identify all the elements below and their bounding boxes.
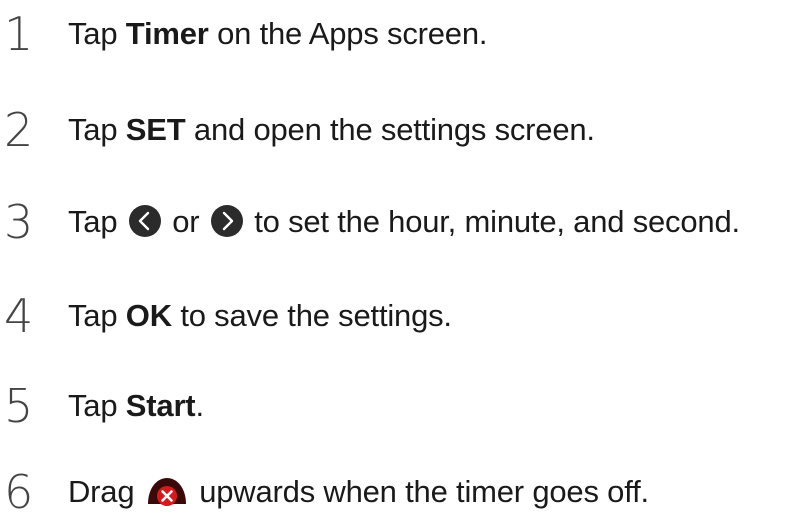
step-number: 6 bbox=[4, 465, 34, 519]
step-number: 1 bbox=[4, 7, 34, 61]
step-text-before: Tap bbox=[68, 204, 126, 239]
step-5: 5 Tap Start. bbox=[0, 376, 789, 436]
chevron-right-circle-icon bbox=[210, 204, 244, 238]
step-text-after: to set the hour, minute, and second. bbox=[245, 204, 740, 239]
step-text-after: and open the settings screen. bbox=[185, 112, 595, 147]
step-number: 3 bbox=[4, 195, 34, 249]
step-keyword: Start bbox=[125, 388, 196, 423]
step-text: Tap OK to save the settings. bbox=[68, 286, 452, 346]
step-text-after: . bbox=[195, 388, 204, 423]
step-text-after: on the Apps screen. bbox=[208, 16, 488, 51]
step-text-before: Tap bbox=[68, 298, 126, 333]
step-keyword: Timer bbox=[125, 16, 209, 51]
step-2: 2 Tap SET and open the settings screen. bbox=[0, 100, 789, 160]
step-4: 4 Tap OK to save the settings. bbox=[0, 286, 789, 346]
step-text-after: to save the settings. bbox=[171, 298, 452, 333]
step-keyword: SET bbox=[125, 112, 186, 147]
step-text-before: Drag bbox=[68, 474, 143, 509]
step-text: Drag upwards when the timer goes off. bbox=[68, 462, 649, 522]
step-number: 2 bbox=[4, 103, 34, 157]
dismiss-alarm-icon bbox=[145, 474, 189, 508]
step-text-after: upwards when the timer goes off. bbox=[190, 474, 649, 509]
step-keyword: OK bbox=[125, 298, 172, 333]
step-text: Tap Start. bbox=[68, 376, 204, 436]
instruction-steps: 1 Tap Timer on the Apps screen. 2 Tap SE… bbox=[0, 0, 789, 525]
step-text: Tap or to set the hour, minute, and seco… bbox=[68, 192, 740, 252]
step-6: 6 Drag upwards when the timer goes off. bbox=[0, 462, 789, 522]
step-1: 1 Tap Timer on the Apps screen. bbox=[0, 4, 789, 64]
step-text-before: Tap bbox=[68, 16, 126, 51]
step-text-before: Tap bbox=[68, 112, 126, 147]
step-text-before: Tap bbox=[68, 388, 126, 423]
step-3: 3 Tap or to set the hour, minute, and se… bbox=[0, 192, 789, 252]
step-number: 4 bbox=[4, 289, 34, 343]
step-text: Tap SET and open the settings screen. bbox=[68, 100, 595, 160]
step-text-middle: or bbox=[163, 204, 208, 239]
chevron-left-circle-icon bbox=[128, 204, 162, 238]
step-number: 5 bbox=[4, 379, 34, 433]
step-text: Tap Timer on the Apps screen. bbox=[68, 4, 487, 64]
